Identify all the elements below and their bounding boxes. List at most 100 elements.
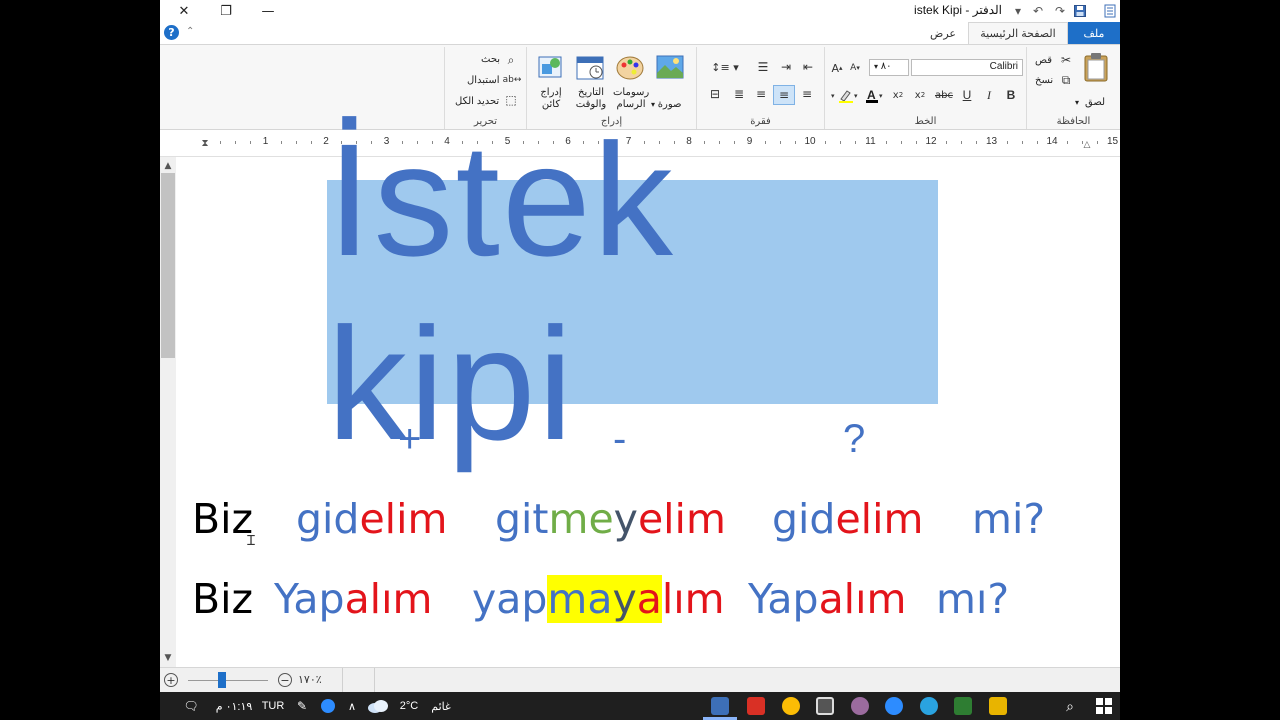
font-color-icon[interactable]: A ▾ — [863, 87, 885, 105]
scroll-thumb[interactable] — [161, 173, 175, 358]
help-icon[interactable]: ? — [164, 25, 179, 40]
ruler-number: 13 — [985, 136, 998, 147]
paste-button[interactable]: لصق — [1085, 97, 1105, 108]
close-icon[interactable]: ✕ — [164, 0, 204, 22]
paragraph-settings-icon[interactable]: ⊟ — [705, 85, 725, 103]
align-left-icon[interactable]: ≡ — [751, 85, 771, 103]
line-spacing-icon[interactable]: ↕≡ ▾ — [705, 59, 745, 75]
indent-marker-icon[interactable]: ⧗ — [200, 132, 210, 154]
weather-condition[interactable]: غائم — [426, 692, 456, 720]
underline-icon[interactable]: U — [959, 87, 975, 103]
scroll-down-icon[interactable]: ▼ — [160, 651, 176, 665]
weather-temperature[interactable]: 2°C — [394, 692, 424, 720]
meet-icon[interactable] — [318, 692, 338, 720]
wordpad-window: ✕ ❐ — istek Kipi - الدفتر ▾ ↶ ↷ ? ⌃ عرض … — [160, 0, 1120, 692]
customize-qat-icon[interactable]: ▾ — [1010, 3, 1026, 19]
svg-text:▾: ▾ — [831, 92, 835, 100]
justify-icon[interactable]: ≣ — [729, 85, 749, 103]
clock[interactable]: ٠١:١٩ م — [214, 692, 254, 720]
notifications-icon[interactable]: 🗨 — [180, 692, 202, 720]
subscript-icon[interactable]: x2 — [911, 87, 929, 103]
scroll-up-icon[interactable]: ▲ — [160, 159, 176, 173]
right-indent-marker-icon[interactable]: △ — [1082, 138, 1092, 152]
find-button[interactable]: بحث — [481, 54, 500, 65]
camera-taskbar-icon[interactable] — [816, 697, 834, 715]
undo-icon[interactable]: ↶ — [1030, 3, 1046, 19]
select-all-icon[interactable]: ⬚ — [503, 93, 519, 107]
highlight-color-icon[interactable]: ▾ ▾ — [831, 87, 861, 105]
line2-question-particle: mı? — [936, 575, 1010, 623]
grow-font-icon[interactable]: A ▴ — [829, 59, 845, 77]
pen-icon[interactable]: ✎ — [292, 692, 312, 720]
document-heading[interactable]: İstek kipi — [327, 110, 938, 473]
paint-drawing-icon[interactable] — [615, 53, 645, 81]
chevron-up-icon[interactable]: ⌃ — [186, 26, 194, 37]
clipboard-label: الحافظة — [1056, 116, 1091, 127]
zoom-taskbar-icon[interactable] — [885, 697, 903, 715]
document-area[interactable]: ▲ ▼ İstek kipi + - ? Biz gidelim gitmeye… — [160, 110, 1120, 667]
strikethrough-icon[interactable]: abc — [933, 87, 955, 103]
vertical-scrollbar[interactable]: ▲ ▼ — [160, 157, 176, 667]
restore-icon[interactable]: ❐ — [206, 0, 246, 22]
ruler-tick — [1067, 141, 1069, 144]
save-icon[interactable] — [1072, 3, 1088, 19]
align-right-icon[interactable]: ≡ — [797, 85, 817, 103]
ruler-tick — [295, 141, 297, 144]
replace-icon[interactable]: ab↔ — [503, 73, 522, 87]
insert-object-icon[interactable] — [535, 53, 565, 81]
status-bar: + − ١٧٠٪ — [160, 667, 1120, 692]
text-cursor-icon: Ɪ — [247, 532, 255, 549]
green-app-taskbar-icon[interactable] — [954, 697, 972, 715]
font-size-select[interactable]: ▾ ٨٠ — [869, 59, 909, 76]
wordpad-taskbar-icon[interactable] — [711, 697, 729, 715]
taskbar: 🗨 ٠١:١٩ م TUR ✎ ∧ 2°C غائم ⌕ — [160, 692, 1120, 720]
pdf-taskbar-icon[interactable] — [747, 697, 765, 715]
search-icon[interactable]: ⌕ — [1058, 692, 1082, 720]
binoculars-icon[interactable]: ⌕ — [503, 53, 519, 67]
line2-question: Yapalım — [748, 575, 907, 623]
bold-icon[interactable]: B — [1003, 87, 1019, 103]
show-hidden-icons-icon[interactable]: ∧ — [342, 692, 362, 720]
ruler-tick — [1021, 141, 1023, 144]
zoom-out-icon[interactable]: − — [278, 673, 292, 687]
paint-taskbar-icon[interactable] — [851, 697, 869, 715]
copy-icon[interactable]: ⧉ — [1059, 73, 1073, 87]
windows-start-icon[interactable] — [1092, 692, 1116, 720]
ruler-tick — [1006, 141, 1008, 144]
tab-view[interactable]: عرض — [918, 22, 968, 44]
decrease-indent-icon[interactable]: ⇤ — [799, 59, 817, 75]
align-center-icon[interactable]: ≡ — [773, 85, 795, 105]
zoom-in-icon[interactable]: + — [164, 673, 178, 687]
selected-title-highlight: İstek kipi — [327, 110, 938, 473]
increase-indent-icon[interactable]: ⇥ — [777, 59, 795, 75]
telegram-taskbar-icon[interactable] — [920, 697, 938, 715]
zoom-level[interactable]: ١٧٠٪ — [298, 673, 322, 686]
paste-icon[interactable] — [1081, 51, 1111, 83]
paste-dropdown-icon[interactable]: ▾ — [1075, 98, 1079, 107]
scissors-icon[interactable]: ✂ — [1059, 53, 1073, 67]
replace-button[interactable]: استبدال — [467, 75, 500, 86]
chrome-taskbar-icon[interactable] — [782, 697, 800, 715]
datetime-icon[interactable] — [575, 53, 605, 81]
redo-icon[interactable]: ↷ — [1052, 3, 1068, 19]
ruler-number: 14 — [1046, 136, 1058, 147]
line1-question-particle: mi? — [972, 495, 1046, 543]
tab-file[interactable]: ملف — [1068, 22, 1120, 44]
zoom-slider[interactable] — [188, 680, 268, 681]
select-all-button[interactable]: تحديد الكل — [455, 96, 499, 107]
picture-icon[interactable] — [655, 53, 685, 81]
zoom-slider-thumb[interactable] — [218, 672, 226, 688]
file-explorer-taskbar-icon[interactable] — [989, 697, 1007, 715]
copy-button[interactable]: نسخ — [1035, 75, 1053, 86]
superscript-icon[interactable]: x2 — [889, 87, 907, 103]
italic-icon[interactable]: I — [981, 87, 997, 103]
bullets-icon[interactable]: ☰ — [753, 59, 773, 75]
tab-home[interactable]: الصفحة الرئيسية — [968, 22, 1068, 44]
line2-positive: Yapalım — [274, 575, 433, 623]
shrink-font-icon[interactable]: A ▾ — [847, 59, 863, 77]
language-indicator[interactable]: TUR — [260, 692, 286, 720]
ruler-number: 15 — [1106, 136, 1119, 147]
minimize-icon[interactable]: — — [248, 0, 288, 22]
font-family-select[interactable]: Calibri — [911, 59, 1023, 76]
cut-button[interactable]: قص — [1035, 55, 1052, 66]
